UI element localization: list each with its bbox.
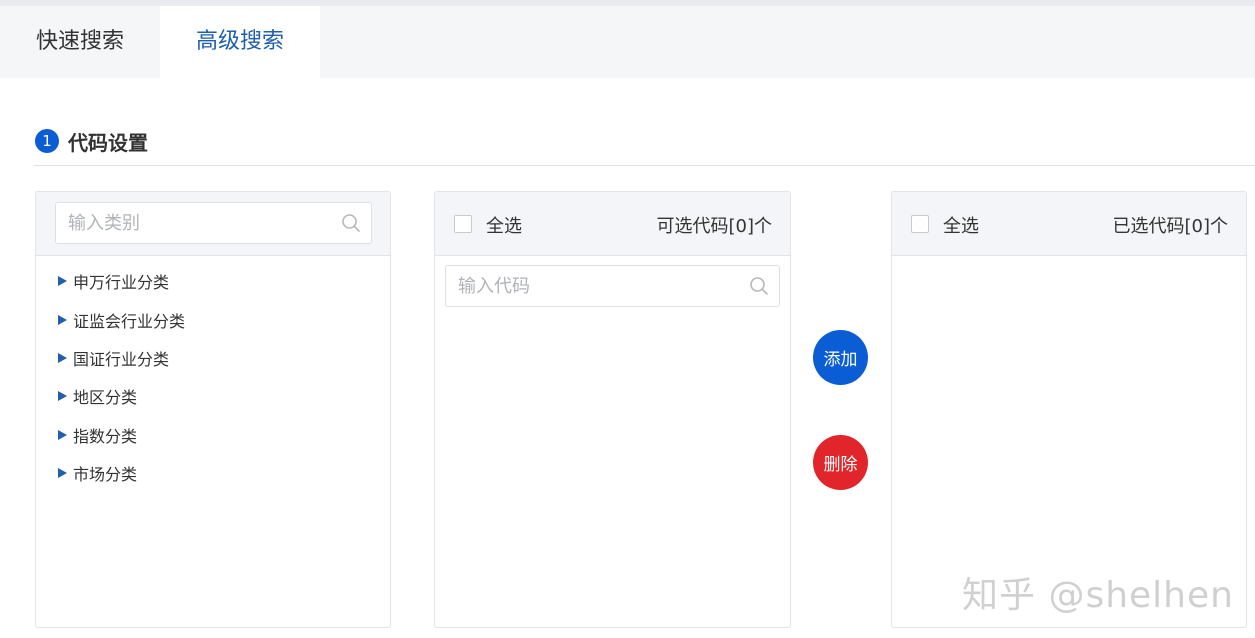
expand-arrow-icon[interactable] bbox=[58, 429, 67, 440]
available-codes-panel: 全选 可选代码[0]个 bbox=[434, 191, 791, 628]
tree-item-csrc[interactable]: 证监会行业分类 bbox=[58, 300, 185, 338]
add-button[interactable]: 添加 bbox=[813, 330, 868, 385]
selected-codes-panel: 全选 已选代码[0]个 bbox=[891, 191, 1247, 628]
select-all-checkbox[interactable] bbox=[911, 215, 929, 233]
category-search-input[interactable] bbox=[68, 203, 328, 243]
category-panel: 申万行业分类 证监会行业分类 国证行业分类 地区分类 指数分类 市场分类 bbox=[35, 191, 391, 628]
select-all-checkbox[interactable] bbox=[454, 215, 472, 233]
tree-item-label: 市场分类 bbox=[73, 465, 138, 485]
tree-item-label: 指数分类 bbox=[73, 426, 138, 446]
watermark: 知乎 @shelhen bbox=[962, 575, 1234, 616]
select-all-label[interactable]: 全选 bbox=[486, 212, 522, 238]
expand-arrow-icon[interactable] bbox=[58, 468, 67, 479]
expand-arrow-icon[interactable] bbox=[58, 352, 67, 363]
expand-arrow-icon[interactable] bbox=[58, 314, 67, 325]
delete-button[interactable]: 删除 bbox=[813, 435, 868, 490]
tree-item-index[interactable]: 指数分类 bbox=[58, 416, 185, 454]
select-all-label[interactable]: 全选 bbox=[943, 212, 979, 238]
available-panel-header: 全选 可选代码[0]个 bbox=[435, 192, 790, 256]
expand-arrow-icon[interactable] bbox=[58, 276, 67, 287]
tree-item-label: 国证行业分类 bbox=[73, 349, 170, 369]
tab-advanced-search[interactable]: 高级搜索 bbox=[160, 6, 320, 78]
available-count: 可选代码[0]个 bbox=[656, 216, 773, 237]
category-search-box bbox=[55, 202, 372, 244]
code-search-box bbox=[445, 265, 780, 307]
category-tree: 申万行业分类 证监会行业分类 国证行业分类 地区分类 指数分类 市场分类 bbox=[58, 262, 185, 492]
tree-item-label: 地区分类 bbox=[73, 388, 138, 408]
code-search-input[interactable] bbox=[458, 266, 718, 306]
search-icon[interactable] bbox=[749, 276, 769, 296]
divider bbox=[34, 165, 1255, 166]
search-icon[interactable] bbox=[341, 213, 361, 233]
selected-count: 已选代码[0]个 bbox=[1112, 216, 1229, 237]
selected-panel-header: 全选 已选代码[0]个 bbox=[892, 192, 1246, 256]
tree-item-label: 申万行业分类 bbox=[73, 273, 170, 293]
tree-item-region[interactable]: 地区分类 bbox=[58, 377, 185, 415]
step-number-badge: 1 bbox=[35, 129, 59, 153]
section-title: 代码设置 bbox=[68, 130, 148, 155]
tree-item-market[interactable]: 市场分类 bbox=[58, 454, 185, 492]
section-header: 1 代码设置 bbox=[35, 128, 148, 155]
tab-quick-search[interactable]: 快速搜索 bbox=[0, 6, 160, 78]
tree-item-shenwan[interactable]: 申万行业分类 bbox=[58, 262, 185, 300]
tree-item-cni[interactable]: 国证行业分类 bbox=[58, 339, 185, 377]
tree-item-label: 证监会行业分类 bbox=[73, 311, 186, 331]
expand-arrow-icon[interactable] bbox=[58, 391, 67, 402]
category-panel-header bbox=[36, 192, 390, 256]
